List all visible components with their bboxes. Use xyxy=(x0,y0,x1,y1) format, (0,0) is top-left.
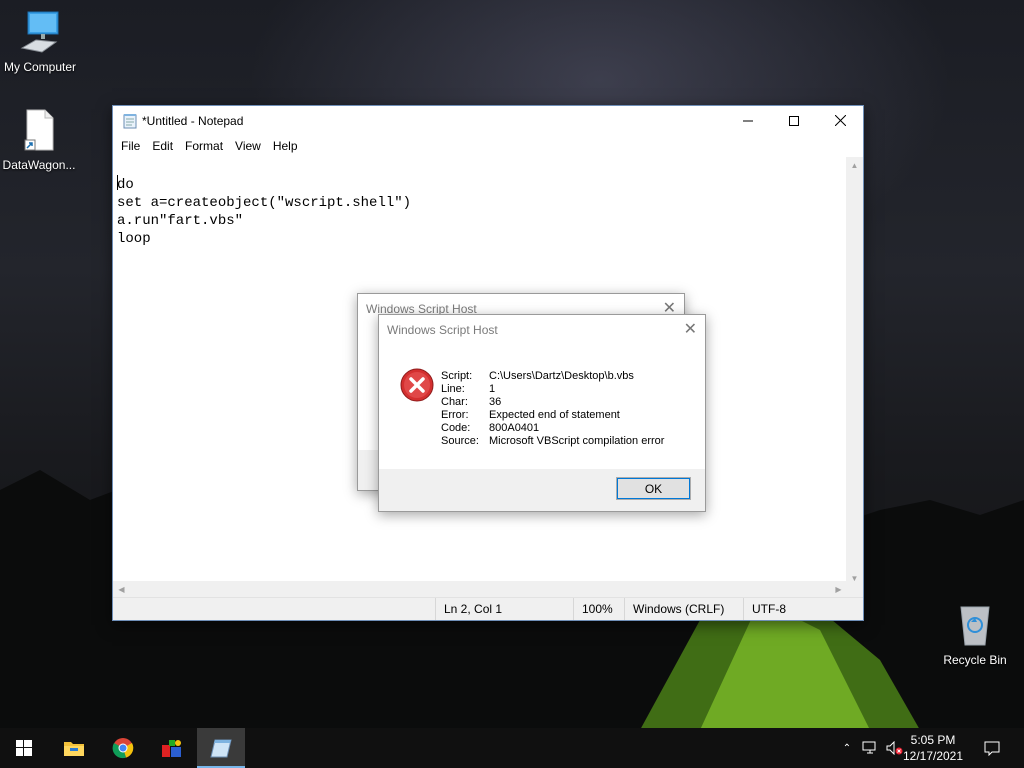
chrome-icon xyxy=(112,738,134,759)
file-shortcut-icon xyxy=(15,106,63,154)
computer-icon xyxy=(16,8,64,56)
status-encoding: UTF-8 xyxy=(743,598,863,620)
menu-format[interactable]: Format xyxy=(179,139,229,153)
minimize-icon xyxy=(743,120,753,121)
status-bar: Ln 2, Col 1 100% Windows (CRLF) UTF-8 xyxy=(113,597,863,620)
dialog-title: Windows Script Host xyxy=(387,323,498,337)
field-value-script: C:\Users\Dartz\Desktop\b.vbs xyxy=(489,370,634,382)
ok-button[interactable]: OK xyxy=(616,477,691,500)
desktop-icon-label: My Computer xyxy=(3,60,77,74)
app-icon xyxy=(162,740,181,757)
maximize-button[interactable] xyxy=(771,106,817,135)
editor-line: a.run"fart.vbs" xyxy=(117,213,244,229)
scrollbar-corner xyxy=(846,581,863,598)
field-value-source: Microsoft VBScript compilation error xyxy=(489,435,665,447)
taskbar: ⌃ 5:05 PM 12/17/2021 xyxy=(0,728,1024,768)
scroll-up-icon[interactable]: ▲ xyxy=(846,157,863,174)
menu-view[interactable]: View xyxy=(229,139,267,153)
editor-line: do xyxy=(117,175,134,193)
action-center-button[interactable] xyxy=(980,728,1004,768)
taskbar-chrome[interactable] xyxy=(99,728,147,768)
notification-icon xyxy=(984,741,1000,756)
close-button[interactable] xyxy=(817,106,863,135)
notepad-icon xyxy=(210,739,232,758)
taskbar-file-explorer[interactable] xyxy=(50,728,98,768)
dialog-title-bar[interactable]: Windows Script Host ✕ xyxy=(379,315,705,345)
clock-date: 12/17/2021 xyxy=(902,749,964,763)
notepad-icon xyxy=(123,113,137,128)
error-details: Script: C:\Users\Dartz\Desktop\b.vbs Lin… xyxy=(441,370,664,448)
recycle-bin-icon xyxy=(951,601,999,649)
editor-line: loop xyxy=(117,231,151,247)
desktop-icon-label: Recycle Bin xyxy=(943,653,1007,667)
desktop-icon-label: DataWagon... xyxy=(2,158,76,172)
taskbar-clock[interactable]: 5:05 PM 12/17/2021 xyxy=(898,732,968,764)
field-label: Line: xyxy=(441,383,465,395)
field-label: Script: xyxy=(441,370,473,382)
field-value-char: 36 xyxy=(489,396,502,408)
taskbar-notepad[interactable] xyxy=(197,728,245,768)
script-host-dialog[interactable]: Windows Script Host ✕ Script: C:\Users\D… xyxy=(378,314,706,512)
file-explorer-icon xyxy=(64,742,84,756)
field-label: Error: xyxy=(441,409,469,421)
status-line-ending: Windows (CRLF) xyxy=(624,598,742,620)
dialog-footer: OK xyxy=(379,469,705,511)
field-value-code: 800A0401 xyxy=(489,422,540,434)
scroll-left-icon[interactable]: ◀ xyxy=(113,585,130,594)
close-icon xyxy=(834,115,846,126)
chevron-up-icon[interactable]: ⌃ xyxy=(838,743,856,754)
system-tray: ⌃ xyxy=(838,728,904,768)
editor-line: set a=createobject("wscript.shell") xyxy=(117,195,412,211)
start-button[interactable] xyxy=(0,728,48,768)
close-icon[interactable]: ✕ xyxy=(684,315,697,345)
horizontal-scrollbar[interactable]: ◀ ▶ xyxy=(113,581,847,598)
menu-bar: File Edit Format View Help xyxy=(113,135,863,157)
notepad-title-bar[interactable]: *Untitled - Notepad xyxy=(113,106,863,135)
start-icon xyxy=(16,740,32,756)
status-zoom: 100% xyxy=(573,598,623,620)
menu-file[interactable]: File xyxy=(115,139,146,153)
field-label: Code: xyxy=(441,422,471,434)
network-icon[interactable] xyxy=(862,741,878,755)
scroll-right-icon[interactable]: ▶ xyxy=(830,585,847,594)
field-value-error: Expected end of statement xyxy=(489,409,620,421)
field-label: Source: xyxy=(441,435,479,447)
menu-help[interactable]: Help xyxy=(267,139,304,153)
status-cursor-position: Ln 2, Col 1 xyxy=(435,598,572,620)
clock-time: 5:05 PM xyxy=(910,733,956,747)
menu-edit[interactable]: Edit xyxy=(146,139,179,153)
window-title: *Untitled - Notepad xyxy=(142,113,244,128)
taskbar-app[interactable] xyxy=(148,728,196,768)
desktop-icon-my-computer[interactable]: My Computer xyxy=(0,8,80,74)
desktop-icon-datawagon[interactable]: DataWagon... xyxy=(0,106,79,172)
error-icon xyxy=(400,368,434,402)
maximize-icon xyxy=(789,115,799,126)
minimize-button[interactable] xyxy=(725,106,771,135)
vertical-scrollbar[interactable]: ▲ ▼ xyxy=(846,157,863,587)
field-label: Char: xyxy=(441,396,468,408)
desktop-icon-recycle-bin[interactable]: Recycle Bin xyxy=(935,601,1015,667)
field-value-line: 1 xyxy=(489,383,496,395)
